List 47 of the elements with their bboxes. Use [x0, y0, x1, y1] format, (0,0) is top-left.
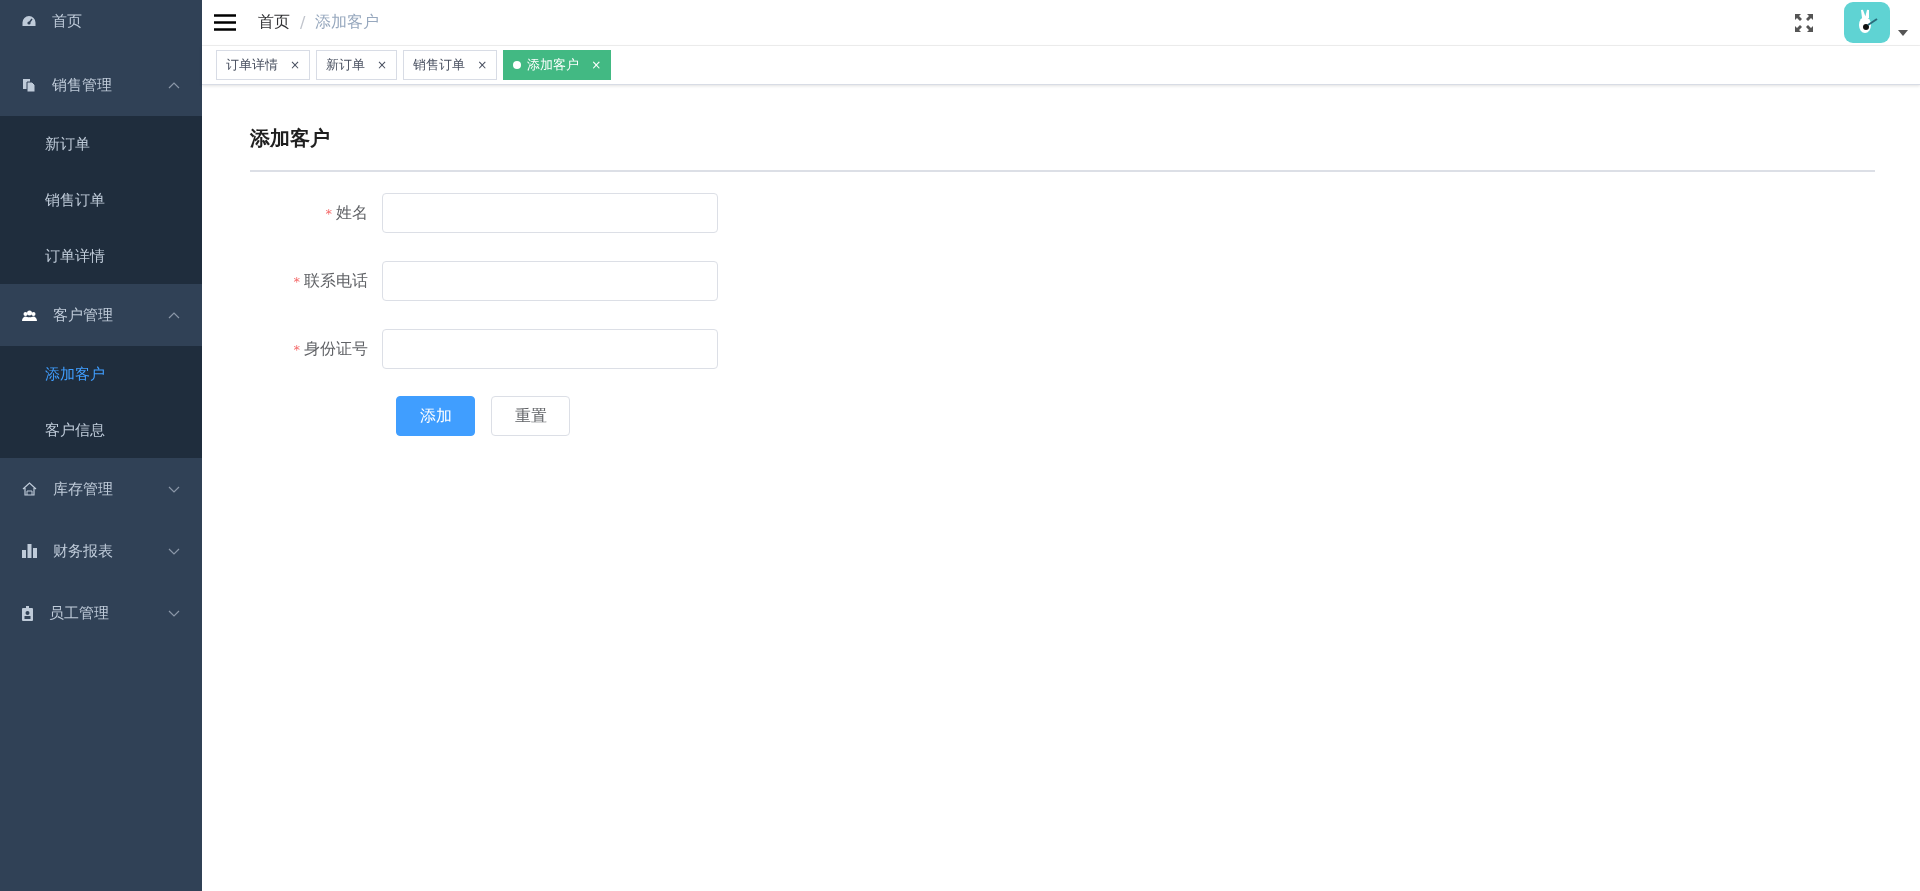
submenu-item[interactable]: 订单详情 [0, 228, 202, 284]
menu-item[interactable]: 财务报表 [0, 520, 202, 582]
people-icon [22, 309, 37, 321]
input-field[interactable] [382, 329, 718, 369]
documents-icon [22, 77, 36, 93]
chevron-down-icon [168, 547, 180, 555]
breadcrumb-item: 添加客户 [315, 12, 380, 33]
chevron-up-icon [168, 311, 180, 319]
menu-item[interactable]: 员工管理 [0, 582, 202, 644]
close-icon[interactable]: × [290, 58, 301, 72]
menu-item[interactable]: 客户管理 [0, 284, 202, 346]
chevron-down-icon [168, 485, 180, 493]
close-icon[interactable]: × [477, 58, 488, 72]
menu-item[interactable]: 销售管理 [0, 54, 202, 116]
avatar-icon[interactable] [1844, 2, 1890, 43]
required-asterisk: * [325, 205, 332, 221]
breadcrumb-item[interactable]: 首页 [258, 12, 290, 33]
required-asterisk: * [293, 341, 300, 357]
caret-down-icon[interactable] [1898, 29, 1908, 36]
menu-item[interactable]: 库存管理 [0, 458, 202, 520]
submenu-item[interactable]: 客户信息 [0, 402, 202, 458]
menu-icon[interactable] [214, 14, 236, 31]
fullscreen-icon[interactable] [1794, 12, 1814, 33]
submenu-item[interactable]: 新订单 [0, 116, 202, 172]
tab[interactable]: 销售订单 × [403, 50, 498, 80]
breadcrumb-separator: / [300, 13, 306, 32]
input-field[interactable] [382, 261, 718, 301]
submenu-item[interactable]: 添加客户 [0, 346, 202, 402]
chevron-down-icon [168, 609, 180, 617]
required-asterisk: * [293, 273, 300, 289]
submenu-item[interactable]: 销售订单 [0, 172, 202, 228]
chevron-up-icon [168, 81, 180, 89]
active-dot-icon [513, 61, 522, 69]
tab[interactable]: 订单详情 × [216, 50, 311, 80]
field-label: * 姓名 [324, 202, 369, 224]
house-icon [22, 482, 37, 496]
id-badge-icon [22, 605, 33, 621]
tab[interactable]: 新订单 × [316, 50, 398, 80]
input-field[interactable] [382, 193, 718, 233]
close-icon[interactable]: × [377, 58, 388, 72]
page-title: 添加客户 [250, 115, 1875, 172]
field-label: * 联系电话 [292, 270, 369, 292]
field-label: * 身份证号 [292, 338, 369, 360]
reset-button[interactable]: 重置 [491, 396, 570, 436]
menu-item[interactable]: 首页 [0, 0, 202, 54]
speedometer-icon [22, 15, 36, 27]
bar-chart-icon [22, 544, 37, 558]
